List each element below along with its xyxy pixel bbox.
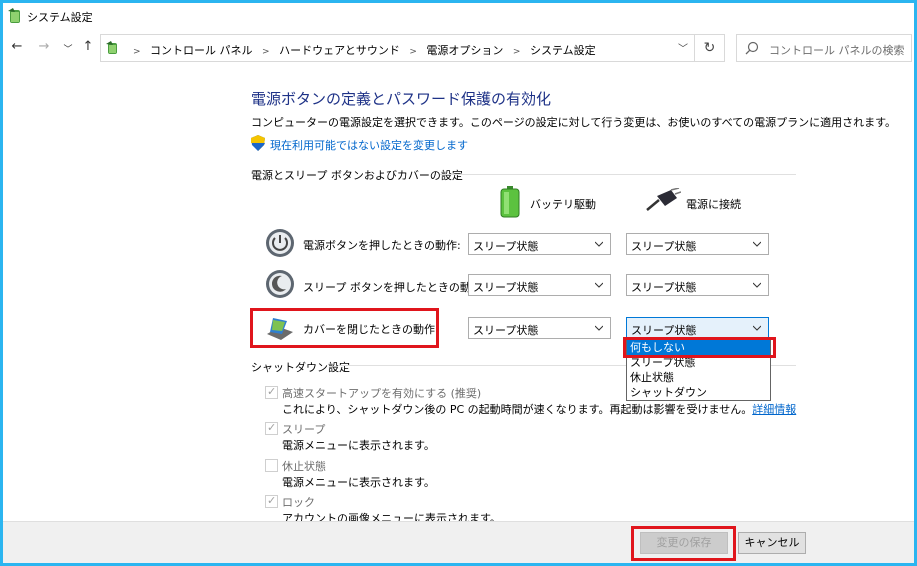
forward-arrow-icon[interactable]: → (35, 39, 53, 54)
search-box[interactable]: コントロール パネルの検索 (736, 34, 912, 62)
chevron-down-icon (753, 241, 761, 247)
power-options-icon (8, 8, 20, 23)
chevron-down-icon (753, 282, 761, 288)
change-unavailable-settings-link[interactable]: 現在利用可能ではない設定を変更します (270, 137, 468, 153)
address-dropdown-icon[interactable]: ﹀ (678, 40, 688, 55)
select-value: スリープ状態 (631, 324, 697, 337)
power-section-title: 電源とスリープ ボタンおよびカバーの設定 (251, 169, 463, 182)
checkmark-icon: ✓ (267, 385, 277, 398)
search-icon (745, 41, 759, 55)
breadcrumb-item[interactable]: ハードウェアとサウンド (279, 44, 400, 57)
search-input[interactable]: コントロール パネルの検索 (769, 42, 905, 58)
title-bar: システム設定 (3, 3, 914, 31)
fast-startup-label: 高速スタートアップを有効にする (推奨) (282, 387, 482, 400)
chevron-down-icon (595, 282, 603, 288)
power-plug-icon (646, 188, 681, 211)
sleep-button-plugged-select[interactable]: スリープ状態 (626, 274, 769, 296)
checkmark-icon: ✓ (267, 421, 277, 434)
breadcrumb-separator-icon[interactable]: > (513, 47, 521, 57)
breadcrumb-separator-icon: > (133, 47, 141, 57)
select-value: スリープ状態 (631, 281, 697, 294)
battery-column-header: バッテリ駆動 (530, 198, 596, 211)
fast-startup-checkbox[interactable]: ✓ (265, 385, 278, 399)
more-info-link[interactable]: 詳細情報 (752, 403, 796, 416)
sleep-button-icon (266, 270, 294, 298)
breadcrumb-item[interactable]: コントロール パネル (150, 44, 253, 57)
chevron-down-icon (595, 325, 603, 331)
back-arrow-icon[interactable]: ← (8, 39, 26, 54)
dropdown-option-hibernate[interactable]: 休止状態 (627, 370, 770, 385)
highlight-box-lid-row (250, 308, 439, 348)
plugged-in-column-header: 電源に接続 (686, 198, 741, 211)
window-title: システム設定 (27, 11, 93, 24)
dropdown-option-shutdown[interactable]: シャットダウン (627, 385, 770, 400)
page-title: 電源ボタンの定義とパスワード保護の有効化 (251, 90, 552, 108)
hibernate-option-description: 電源メニューに表示されます。 (282, 476, 435, 489)
power-button-battery-select[interactable]: スリープ状態 (468, 233, 611, 255)
up-arrow-icon[interactable]: ↑ (79, 39, 97, 54)
section-divider (440, 174, 796, 175)
select-value: スリープ状態 (473, 281, 539, 294)
battery-icon (500, 186, 520, 218)
sleep-option-label: スリープ (282, 423, 326, 436)
window: システム設定 ← → ﹀ ↑ > コントロール パネル > ハードウェアとサウン… (0, 0, 917, 566)
breadcrumb-item[interactable]: 電源オプション (426, 44, 503, 57)
lid-close-battery-select[interactable]: スリープ状態 (468, 317, 611, 339)
breadcrumb: > コントロール パネル > ハードウェアとサウンド > 電源オプション > シ… (127, 42, 596, 58)
sleep-checkbox[interactable]: ✓ (265, 421, 278, 435)
select-value: スリープ状態 (631, 240, 697, 253)
power-button-label: 電源ボタンを押したときの動作: (303, 239, 461, 252)
checkmark-icon: ✓ (267, 494, 277, 507)
recent-locations-chevron-icon[interactable]: ﹀ (59, 42, 77, 55)
select-value: スリープ状態 (473, 240, 539, 253)
page-description: コンピューターの電源設定を選択できます。このページの設定に対して行う変更は、お使… (251, 116, 897, 129)
chevron-down-icon (753, 325, 761, 331)
lock-option-label: ロック (282, 496, 315, 509)
navigation-bar: ← → ﹀ ↑ > コントロール パネル > ハードウェアとサウンド > 電源オ… (3, 31, 914, 67)
footer-bar: 変更の保存 キャンセル (3, 521, 914, 563)
uac-shield-icon (251, 135, 265, 151)
power-button-plugged-select[interactable]: スリープ状態 (626, 233, 769, 255)
breadcrumb-separator-icon[interactable]: > (262, 47, 270, 57)
shutdown-section-title: シャットダウン設定 (251, 361, 350, 374)
address-bar[interactable]: > コントロール パネル > ハードウェアとサウンド > 電源オプション > シ… (100, 34, 695, 62)
sleep-button-battery-select[interactable]: スリープ状態 (468, 274, 611, 296)
power-button-icon (266, 229, 294, 257)
lock-checkbox[interactable]: ✓ (265, 494, 278, 508)
highlight-box-save-button (631, 526, 736, 561)
breadcrumb-separator-icon[interactable]: > (409, 47, 417, 57)
sleep-button-label: スリープ ボタンを押したときの動作: (303, 281, 486, 294)
refresh-icon[interactable]: ↻ (695, 34, 725, 62)
control-panel-icon (106, 41, 117, 54)
chevron-down-icon (595, 241, 603, 247)
breadcrumb-item[interactable]: システム設定 (530, 44, 596, 57)
sleep-option-description: 電源メニューに表示されます。 (282, 439, 435, 452)
hibernate-option-label: 休止状態 (282, 460, 326, 473)
hibernate-checkbox[interactable] (265, 459, 278, 472)
cancel-button[interactable]: キャンセル (738, 532, 806, 554)
select-value: スリープ状態 (473, 324, 539, 337)
fast-startup-description: これにより、シャットダウン後の PC の起動時間が速くなります。再起動は影響を受… (282, 403, 797, 416)
highlight-box-do-nothing (623, 337, 776, 358)
lid-close-plugged-select[interactable]: スリープ状態 (626, 317, 769, 339)
